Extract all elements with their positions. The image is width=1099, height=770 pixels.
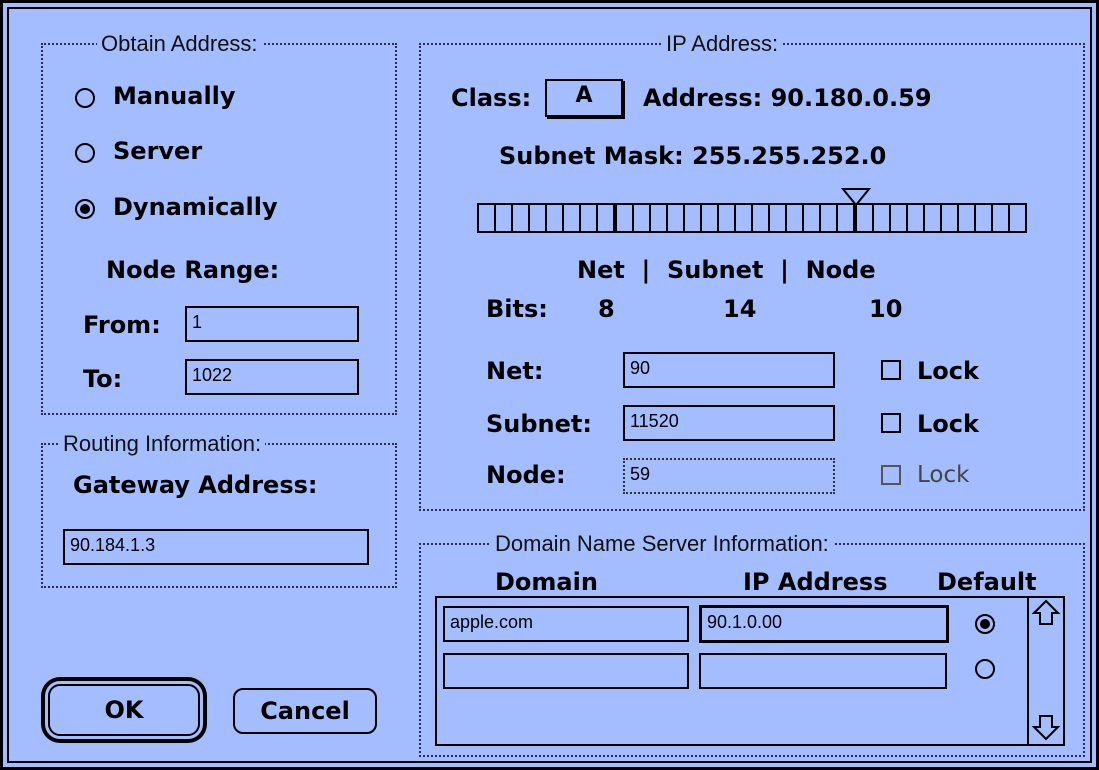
bit-cell [821,205,838,231]
subnet-mask-text: Subnet Mask: 255.255.252.0 [499,142,887,170]
class-value: A [575,83,593,108]
bit-cell [668,205,685,231]
obtain-address-title: Obtain Address: [97,31,262,57]
node-to-field[interactable]: 1022 [185,359,359,395]
to-label: To: [83,365,123,393]
ip-address-title: IP Address: [662,31,783,57]
bit-cell [719,205,736,231]
dynamically-radio[interactable] [75,199,95,219]
bit-cell [496,205,513,231]
subnet-bit-slider[interactable] [477,203,1027,233]
routing-info-title: Routing Information: [59,431,266,457]
bit-cell [598,205,617,231]
dns-col-ip: IP Address [743,568,888,596]
bit-cell [787,205,804,231]
class-label: Class: [451,84,532,112]
bit-cell [753,205,770,231]
bit-cell [634,205,651,231]
bit-cell [959,205,976,231]
subnet-field[interactable]: 11520 [623,405,835,441]
bit-cell [891,205,908,231]
bit-columns-header: Net | Subnet | Node [577,256,876,284]
bits-net-value: 8 [598,295,615,323]
bits-node-value: 10 [869,295,903,323]
bit-cell [857,205,874,231]
node-label: Node: [486,461,566,489]
bit-cell [547,205,564,231]
bit-cell [736,205,753,231]
ip-config-dialog: Obtain Address: Manually Server Dynamica… [0,0,1099,770]
from-label: From: [83,311,161,339]
dns-row2-default-radio[interactable] [975,659,995,679]
scroll-down-arrow-icon[interactable] [1031,712,1061,742]
bit-cell [804,205,821,231]
gateway-address-field[interactable]: 90.184.1.3 [63,529,369,565]
gateway-address-label: Gateway Address: [73,471,318,499]
dynamically-label[interactable]: Dynamically [113,193,278,221]
net-field[interactable]: 90 [623,352,835,388]
net-label: Net: [486,357,544,385]
dns-row2-ip[interactable] [699,653,947,689]
subnet-slider-thumb[interactable] [841,187,871,207]
ok-button[interactable]: OK [48,684,200,736]
dns-col-domain: Domain [495,568,598,596]
dns-row2-domain[interactable] [443,653,689,689]
address-text: Address: 90.180.0.59 [643,84,932,112]
subnet-lock-label[interactable]: Lock [917,410,979,438]
node-range-label: Node Range: [106,256,280,284]
net-lock-label[interactable]: Lock [917,357,979,385]
server-radio[interactable] [75,143,95,163]
dns-row1-default-radio[interactable] [975,614,995,634]
dns-info-title: Domain Name Server Information: [491,531,833,557]
bit-cell [838,205,857,231]
net-lock-checkbox[interactable] [881,360,901,380]
dns-col-default: Default [937,568,1037,596]
bit-cell [564,205,581,231]
bit-cell [617,205,634,231]
manually-radio[interactable] [75,88,95,108]
bit-cell [651,205,668,231]
bit-cell [530,205,547,231]
routing-info-group: Routing Information: [41,431,397,588]
bit-cell [513,205,530,231]
bit-cell [925,205,942,231]
scroll-up-arrow-icon[interactable] [1031,598,1061,628]
cancel-button[interactable]: Cancel [233,688,377,734]
bits-subnet-value: 14 [723,295,757,323]
class-popup[interactable]: A [545,79,623,117]
bit-cell [479,205,496,231]
bit-cell [908,205,925,231]
bit-cell [874,205,891,231]
bit-cell [770,205,787,231]
node-field[interactable]: 59 [623,458,835,494]
node-lock-label[interactable]: Lock [917,462,969,488]
subnet-lock-checkbox[interactable] [881,413,901,433]
subnet-label: Subnet: [486,410,592,438]
bit-cell [993,205,1010,231]
bit-cell [942,205,959,231]
bit-cell [1010,205,1025,231]
bit-cell [581,205,598,231]
node-from-field[interactable]: 1 [185,306,359,342]
bit-cell [685,205,702,231]
dns-row1-ip[interactable]: 90.1.0.00 [699,605,949,643]
dns-row1-domain[interactable]: apple.com [443,606,689,642]
dns-scrollbar[interactable] [1027,598,1063,744]
manually-label[interactable]: Manually [113,82,236,110]
server-label[interactable]: Server [113,137,202,165]
bit-cell [702,205,719,231]
bits-label: Bits: [486,295,548,323]
node-lock-checkbox[interactable] [881,465,901,485]
bit-cell [976,205,993,231]
